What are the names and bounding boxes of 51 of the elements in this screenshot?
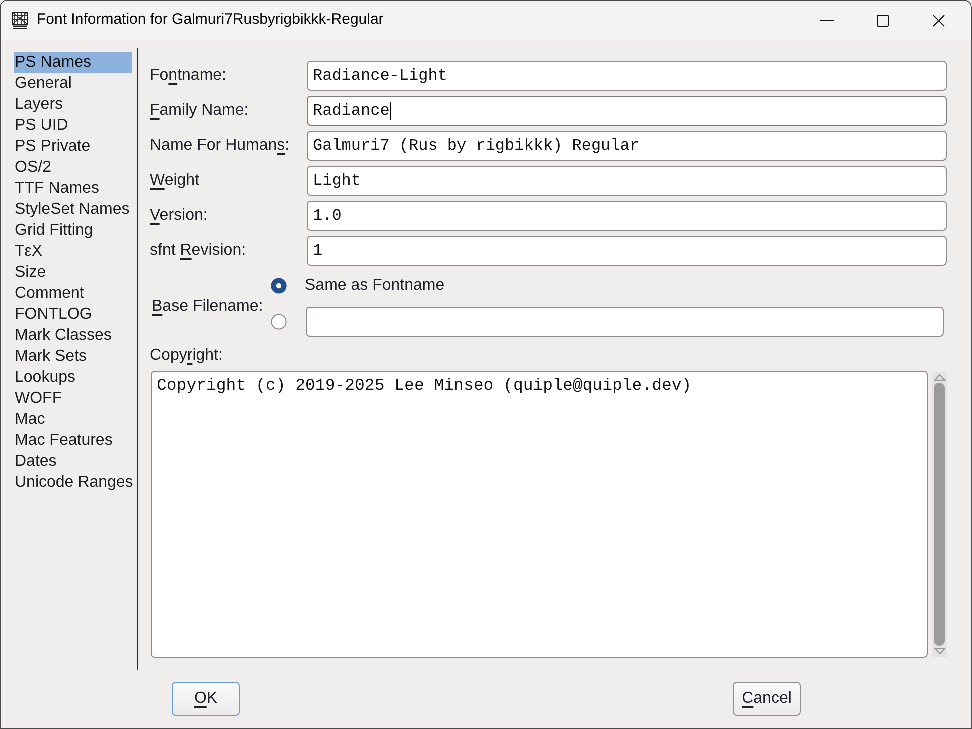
- sidebar-item[interactable]: PS Names: [14, 52, 132, 73]
- field-label: Family Name:: [150, 102, 249, 119]
- minimize-icon: [820, 20, 834, 21]
- field-label: Version:: [150, 207, 208, 224]
- sidebar-item[interactable]: Grid Fitting: [14, 220, 132, 241]
- maximize-icon: [877, 14, 889, 26]
- sidebar-item[interactable]: General: [14, 73, 132, 94]
- field-label: Weight: [150, 172, 200, 189]
- radio-button[interactable]: [271, 278, 287, 294]
- sidebar-item[interactable]: Mark Classes: [14, 325, 132, 346]
- field-label: Fontname:: [150, 67, 226, 84]
- sidebar-item[interactable]: Unicode Ranges: [14, 472, 132, 493]
- field-label: sfnt Revision:: [150, 242, 246, 259]
- ok-button[interactable]: OK: [172, 682, 240, 716]
- sidebar-item[interactable]: Mac: [14, 409, 132, 430]
- filename-field[interactable]: [306, 307, 944, 337]
- text-field[interactable]: Radiance-Light: [307, 61, 947, 91]
- option-label: Same as Fontname: [305, 276, 445, 296]
- sidebar-item[interactable]: Comment: [14, 283, 132, 304]
- copyright-text-area[interactable]: Copyright (c) 2019-2025 Lee Minseo (quiple@quiple.dev): [151, 371, 928, 658]
- sidebar-item[interactable]: Lookups: [14, 367, 132, 388]
- sidebar-item[interactable]: Mark Sets: [14, 346, 132, 367]
- sidebar-item[interactable]: Layers: [14, 94, 132, 115]
- sidebar-item[interactable]: Dates: [14, 451, 132, 472]
- text-field[interactable]: Galmuri7 (Rus by rigbikkk) Regular: [307, 131, 947, 161]
- text-field[interactable]: 1.0: [307, 201, 947, 231]
- sidebar-item[interactable]: Size: [14, 262, 132, 283]
- scrollbar[interactable]: [932, 372, 947, 657]
- cancel-button[interactable]: Cancel: [733, 682, 801, 716]
- scroll-up-icon[interactable]: [934, 374, 946, 381]
- text-field[interactable]: Light: [307, 166, 947, 196]
- sidebar-item[interactable]: WOFF: [14, 388, 132, 409]
- text-field[interactable]: 1: [307, 236, 947, 266]
- field-label: Name For Humans:: [150, 137, 290, 154]
- sidebar-item[interactable]: TεX: [14, 241, 132, 262]
- window-title: Font Information for Galmuri7Rusbyrigbikkk-Regular: [37, 10, 384, 30]
- lattice-icon: [12, 12, 28, 30]
- scrollbar-thumb[interactable]: [934, 383, 945, 646]
- radio-button[interactable]: [271, 314, 287, 330]
- sidebar-item[interactable]: PS Private: [14, 136, 132, 157]
- sidebar-item[interactable]: Mac Features: [14, 430, 132, 451]
- sidebar-item[interactable]: OS/2: [14, 157, 132, 178]
- sidebar-item[interactable]: StyleSet Names: [14, 199, 132, 220]
- close-icon: [933, 14, 945, 26]
- field-label: Copyright:: [150, 347, 223, 364]
- text-field[interactable]: Radiance: [307, 96, 947, 126]
- field-label: Base Filename:: [152, 298, 264, 314]
- sidebar-item[interactable]: PS UID: [14, 115, 132, 136]
- sidebar-item[interactable]: FONTLOG: [14, 304, 132, 325]
- scroll-down-icon[interactable]: [934, 648, 946, 655]
- sidebar-item[interactable]: TTF Names: [14, 178, 132, 199]
